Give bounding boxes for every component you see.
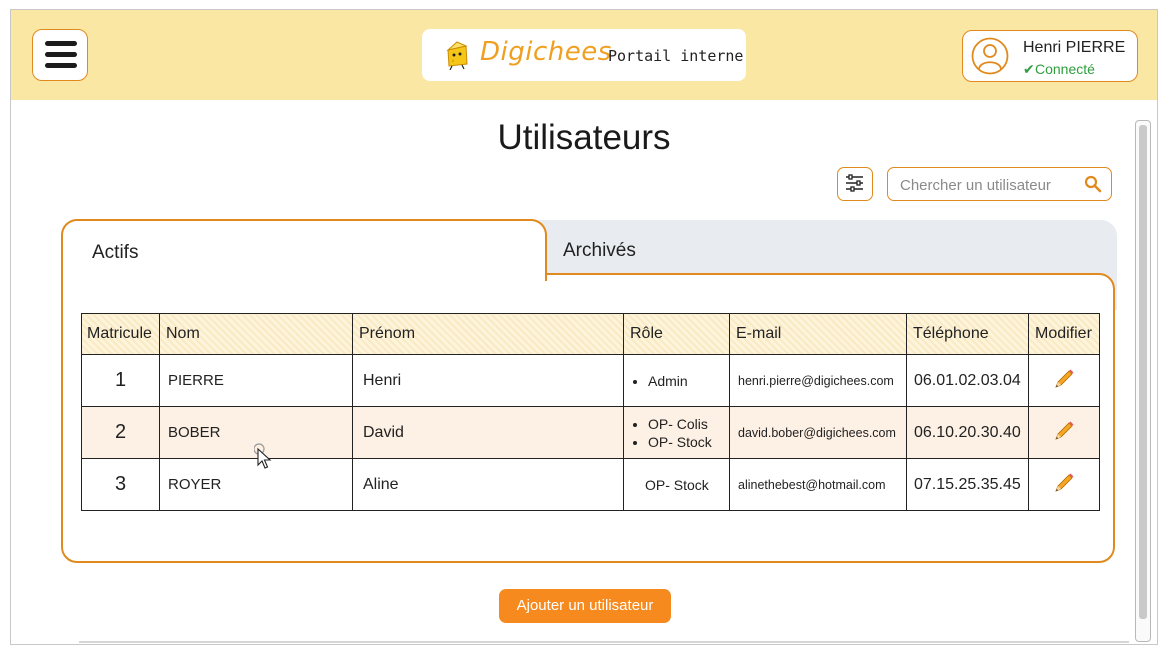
- role-item: OP- Stock: [645, 476, 709, 493]
- cell-email: david.bober@digichees.com: [729, 406, 907, 459]
- cell-modifier: [1028, 354, 1100, 407]
- mouse-cursor-icon: [254, 443, 272, 469]
- column-header-matricule: Matricule: [81, 313, 160, 355]
- cell-telephone: 06.01.02.03.04: [906, 354, 1029, 407]
- cell-email: alinethebest@hotmail.com: [729, 458, 907, 511]
- role-item: Admin: [648, 372, 729, 390]
- table-row[interactable]: 1 PIERRE Henri Admin henri.pierre@digich…: [81, 354, 1100, 407]
- cell-prenom: Aline: [352, 458, 624, 511]
- cell-role: Admin: [623, 354, 730, 407]
- top-bar: Digichees Portail interne Henri PIERRE ✔…: [11, 10, 1157, 100]
- search-input[interactable]: [898, 174, 1077, 196]
- cell-email: henri.pierre@digichees.com: [729, 354, 907, 407]
- tab-actifs[interactable]: Actifs: [92, 242, 138, 264]
- role-item: OP- Stock: [648, 433, 729, 451]
- tab-joint: [63, 272, 545, 278]
- cell-matricule: 2: [81, 406, 160, 459]
- column-header-telephone: Téléphone: [906, 313, 1029, 355]
- cell-modifier: [1028, 406, 1100, 459]
- users-table: Matricule Nom Prénom Rôle E-mail Télépho…: [81, 313, 1100, 511]
- cell-prenom: Henri: [352, 354, 624, 407]
- search-icon[interactable]: [1084, 175, 1102, 193]
- table-header-row: Matricule Nom Prénom Rôle E-mail Télépho…: [81, 313, 1100, 355]
- cell-matricule: 3: [81, 458, 160, 511]
- column-header-email: E-mail: [729, 313, 907, 355]
- column-header-role: Rôle: [623, 313, 730, 355]
- user-profile-card[interactable]: Henri PIERRE ✔ Connecté: [962, 30, 1138, 82]
- user-avatar-icon: [971, 37, 1009, 75]
- brand-banner: Digichees Portail interne: [422, 29, 746, 81]
- vertical-scrollbar[interactable]: [1135, 120, 1151, 642]
- page-title: Utilisateurs: [497, 118, 671, 157]
- cheese-logo-icon: [446, 41, 468, 70]
- cell-prenom: David: [352, 406, 624, 459]
- cell-telephone: 07.15.25.35.45: [906, 458, 1029, 511]
- user-status: Connecté: [1035, 61, 1095, 77]
- filter-button[interactable]: [837, 167, 873, 201]
- cell-nom: PIERRE: [159, 354, 353, 407]
- cell-modifier: [1028, 458, 1100, 511]
- role-item: OP- Colis: [648, 415, 729, 433]
- pencil-icon[interactable]: [1053, 420, 1075, 442]
- hamburger-icon-line: [45, 52, 77, 57]
- pencil-icon[interactable]: [1053, 472, 1075, 494]
- app-window: Digichees Portail interne Henri PIERRE ✔…: [10, 9, 1158, 645]
- scrollbar-thumb[interactable]: [1139, 125, 1147, 619]
- cell-telephone: 06.10.20.30.40: [906, 406, 1029, 459]
- column-header-prenom: Prénom: [352, 313, 624, 355]
- hamburger-icon-line: [45, 41, 77, 46]
- hamburger-icon-line: [45, 63, 77, 68]
- check-icon: ✔: [1023, 61, 1035, 77]
- sliders-icon: [846, 174, 863, 192]
- user-name: Henri PIERRE: [1023, 39, 1126, 56]
- cell-matricule: 1: [81, 354, 160, 407]
- brand-name: Digichees: [480, 37, 612, 67]
- column-header-modifier: Modifier: [1028, 313, 1100, 355]
- cell-role: OP- Stock: [623, 458, 730, 511]
- tab-archives[interactable]: Archivés: [563, 240, 636, 262]
- column-header-nom: Nom: [159, 313, 353, 355]
- search-box[interactable]: [887, 167, 1112, 201]
- divider: [79, 641, 1129, 643]
- pencil-icon[interactable]: [1053, 368, 1075, 390]
- table-row[interactable]: 3 ROYER Aline OP- Stock alinethebest@hot…: [81, 458, 1100, 511]
- brand-subtitle: Portail interne: [608, 47, 744, 65]
- table-row[interactable]: 2 BOBER David OP- Colis OP- Stock david.…: [81, 406, 1100, 459]
- menu-button[interactable]: [32, 29, 88, 81]
- add-user-button[interactable]: Ajouter un utilisateur: [499, 589, 671, 623]
- cell-role: OP- Colis OP- Stock: [623, 406, 730, 459]
